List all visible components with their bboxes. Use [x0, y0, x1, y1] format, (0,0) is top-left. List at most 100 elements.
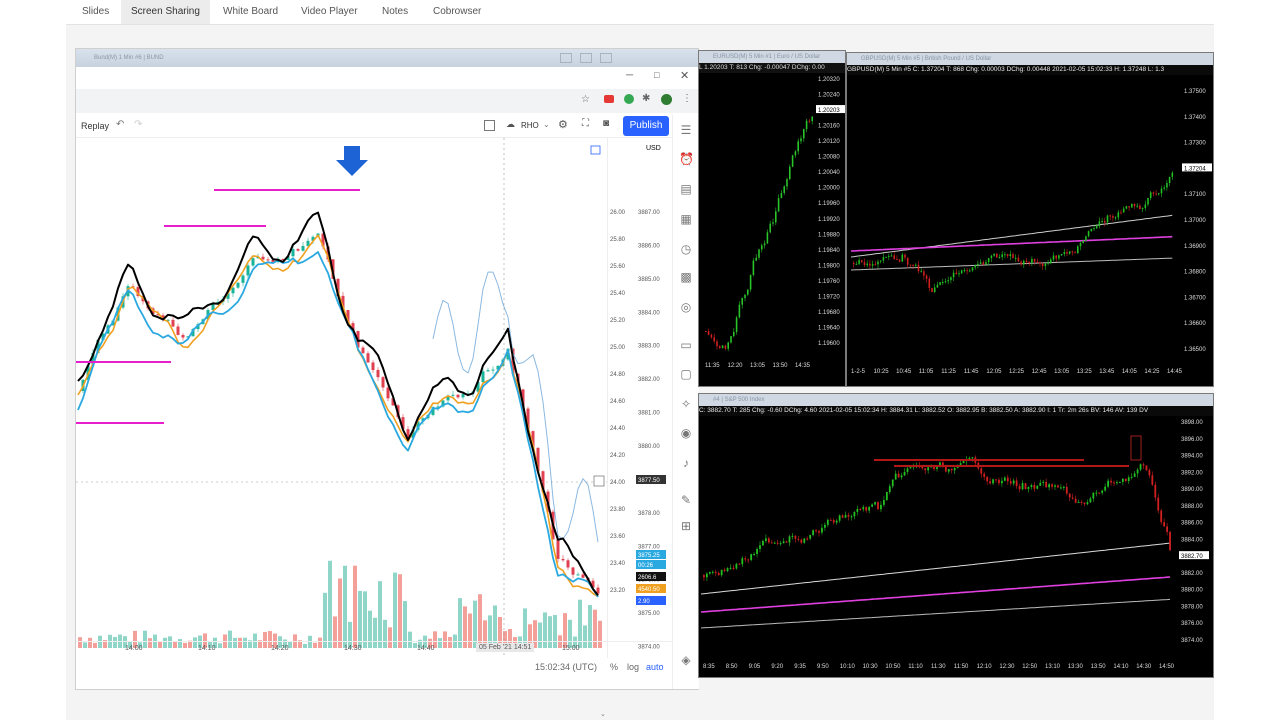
tab-notes[interactable]: Notes [372, 0, 418, 24]
candle [1155, 193, 1157, 195]
pencil-icon[interactable]: ✎ [679, 493, 693, 507]
tab-slides[interactable]: Slides [72, 0, 119, 24]
indicator-label[interactable]: RHO [521, 121, 539, 130]
candle [1141, 208, 1144, 210]
candle [909, 264, 912, 266]
candle [581, 574, 585, 578]
extension-cc-icon[interactable] [604, 95, 614, 103]
candle [730, 336, 732, 343]
candle [1085, 236, 1087, 241]
axis-label: 24.40 [610, 426, 626, 432]
minimize-icon[interactable] [560, 53, 572, 63]
fullscreen-icon[interactable]: ⛶ [582, 118, 589, 129]
candle [1066, 252, 1068, 254]
browser-close-icon[interactable]: ✕ [680, 69, 689, 82]
axis-label: 3882.70 [1181, 554, 1203, 560]
redo-icon[interactable]: ↷ [134, 119, 142, 130]
axis-label: 1.19840 [818, 248, 840, 254]
tab-video-player[interactable]: Video Player [291, 0, 368, 24]
candle [747, 289, 749, 295]
tab-screen-sharing[interactable]: Screen Sharing [121, 0, 210, 24]
time-label: 11:25 [941, 369, 956, 375]
layout-icon[interactable] [484, 120, 495, 131]
cloud-icon[interactable]: ☁ [506, 119, 515, 130]
profile-avatar[interactable] [661, 94, 672, 105]
axis-divider [607, 138, 608, 658]
candle [885, 492, 888, 501]
camera-icon[interactable]: ◙ [603, 118, 609, 129]
publish-button[interactable]: Publish [623, 116, 669, 136]
eurusd-chart[interactable]: 1.20320 1.20240 1.20203 1.20160 1.20120 1.200… [699, 75, 845, 375]
share-toggle-icon[interactable]: ⌄ [600, 710, 620, 718]
calendar-icon[interactable]: ▩ [679, 270, 693, 284]
alarm-icon[interactable]: ⏰ [679, 152, 694, 166]
candle [1119, 481, 1121, 483]
candle [829, 519, 832, 521]
puzzle-icon[interactable]: ✱ [642, 93, 650, 104]
time-cursor: 05 Feb '21 14:51 [476, 643, 535, 652]
data-window-icon[interactable]: ▤ [679, 182, 693, 196]
candle [921, 466, 924, 469]
log-scale-button[interactable]: log [627, 662, 639, 672]
percent-scale-button[interactable]: % [610, 662, 618, 672]
gear-icon[interactable]: ⚙ [558, 118, 568, 131]
price-badge: 00:26 [638, 563, 654, 569]
volume-bar [343, 565, 347, 648]
gbpusd-chart[interactable]: 1.37500 1.37400 1.37300 1.37204 1.37100 1.370… [847, 75, 1213, 375]
streams-icon[interactable]: ▭ [679, 338, 693, 352]
eurusd-title: EURUSD(M) 5 Min #1 | Euro / US Dollar [699, 51, 845, 63]
candle [1110, 480, 1112, 483]
moving-average [700, 542, 1171, 595]
time-label: 13:25 [1077, 369, 1093, 375]
candle [1033, 258, 1036, 262]
candle [765, 538, 767, 541]
browser-maximize-icon[interactable]: □ [654, 70, 659, 80]
lightbulb-icon[interactable]: ✧ [679, 397, 693, 411]
tab-white-board[interactable]: White Board [213, 0, 288, 24]
replay-button[interactable]: Replay [81, 121, 109, 131]
candle [1054, 485, 1056, 487]
tv-chart[interactable]: 26.00 25.80 25.60 25.40 25.20 25.00 24.80 24.60… [76, 138, 672, 658]
candle [1006, 254, 1009, 257]
indicator-line [77, 234, 599, 598]
maximize-icon[interactable] [580, 53, 592, 63]
spx-chart[interactable]: 3898.00 3896.00 3894.00 3892.00 3890.00 3888.… [699, 416, 1213, 674]
undo-icon[interactable]: ↶ [116, 119, 124, 130]
close-icon[interactable] [600, 53, 612, 63]
extension-green-icon[interactable] [624, 94, 634, 104]
indicator-line [77, 251, 599, 598]
scale-lock-icon[interactable] [590, 145, 601, 155]
candle [877, 261, 879, 265]
clock-icon[interactable]: ◷ [679, 242, 693, 256]
bell-icon[interactable]: ♪ [679, 456, 693, 470]
grid-icon[interactable]: ⊞ [679, 519, 693, 533]
candle [803, 129, 805, 139]
candle [901, 254, 904, 262]
add-alert-icon[interactable] [593, 475, 605, 487]
candle [735, 563, 738, 569]
candle [1027, 486, 1030, 490]
candle [726, 568, 729, 572]
auto-scale-button[interactable]: auto [646, 662, 664, 672]
candle [996, 253, 998, 258]
tab-cobrowser[interactable]: Cobrowser [423, 0, 491, 24]
candle [747, 559, 750, 561]
candle [1163, 187, 1165, 189]
candle [1089, 498, 1092, 503]
menu-dots-icon[interactable]: ⋮ [682, 93, 692, 104]
candle [1041, 263, 1044, 267]
layers-icon[interactable]: ◈ [679, 653, 693, 667]
chevron-down-icon[interactable]: ⌄ [543, 120, 550, 129]
candle [1050, 259, 1052, 263]
signal-icon[interactable]: ◉ [679, 426, 693, 440]
ideas-icon[interactable]: ◎ [679, 300, 693, 314]
moving-averages [700, 542, 1171, 629]
browser-minimize-icon[interactable]: ─ [626, 70, 633, 81]
time-label: 1-2-5 [851, 369, 866, 375]
candle [850, 516, 853, 518]
candle [724, 345, 727, 349]
star-icon[interactable]: ☆ [581, 94, 590, 105]
chat-icon[interactable]: ▢ [679, 367, 693, 381]
hotlist-icon[interactable]: ▦ [679, 212, 693, 226]
watchlist-icon[interactable]: ☰ [679, 123, 693, 137]
